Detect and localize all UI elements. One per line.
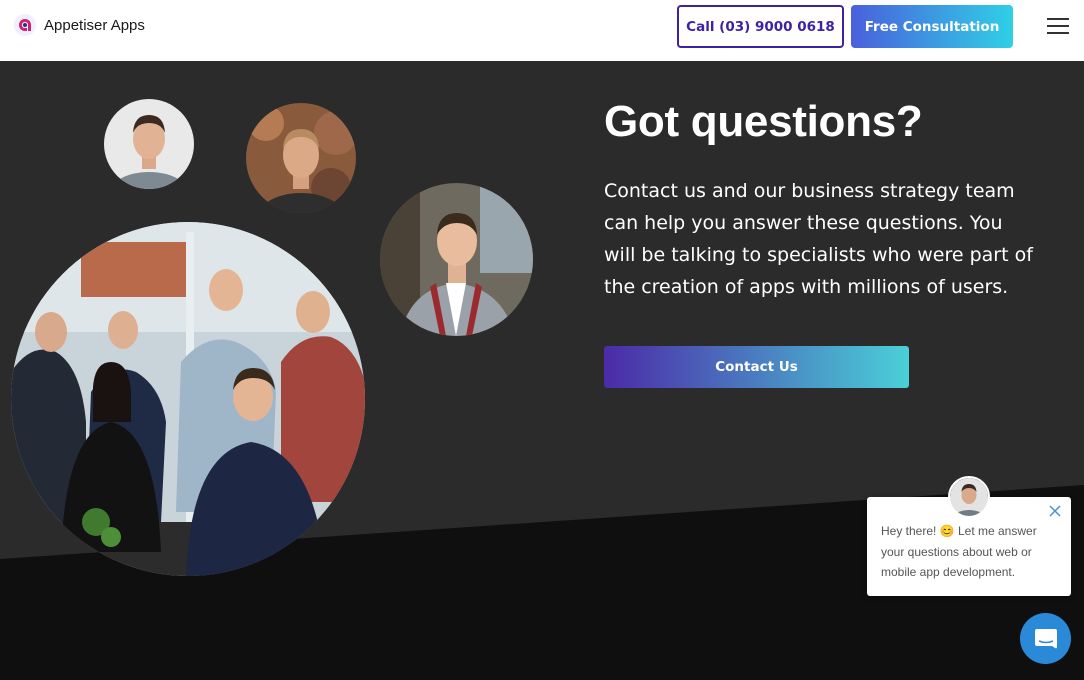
- chat-launcher-button[interactable]: [1020, 613, 1071, 664]
- team-member-photo-3: [380, 183, 533, 336]
- close-icon[interactable]: [1047, 503, 1063, 519]
- brand-name: Appetiser Apps: [44, 16, 145, 34]
- team-group-photo: [11, 222, 365, 576]
- team-member-photo-2: [246, 103, 356, 213]
- call-button[interactable]: Call (03) 9000 0618: [677, 5, 844, 48]
- site-header: Appetiser Apps Call (03) 9000 0618 Free …: [0, 0, 1084, 61]
- chat-agent-avatar: [948, 476, 990, 518]
- logo-icon: [14, 14, 36, 36]
- chat-message: Hey there! 😊 Let me answer your question…: [881, 521, 1053, 583]
- brand-logo[interactable]: Appetiser Apps: [14, 14, 145, 36]
- chat-message-start: Hey there!: [881, 524, 940, 538]
- contact-us-button[interactable]: Contact Us: [604, 346, 909, 388]
- hero-heading: Got questions?: [604, 97, 923, 146]
- smile-emoji-icon: 😊: [939, 524, 955, 538]
- chat-icon: [1034, 628, 1057, 648]
- hamburger-icon[interactable]: [1046, 16, 1070, 36]
- free-consultation-button[interactable]: Free Consultation: [851, 5, 1013, 48]
- hero-description: Contact us and our business strategy tea…: [604, 180, 1033, 298]
- team-member-photo-1: [104, 99, 194, 189]
